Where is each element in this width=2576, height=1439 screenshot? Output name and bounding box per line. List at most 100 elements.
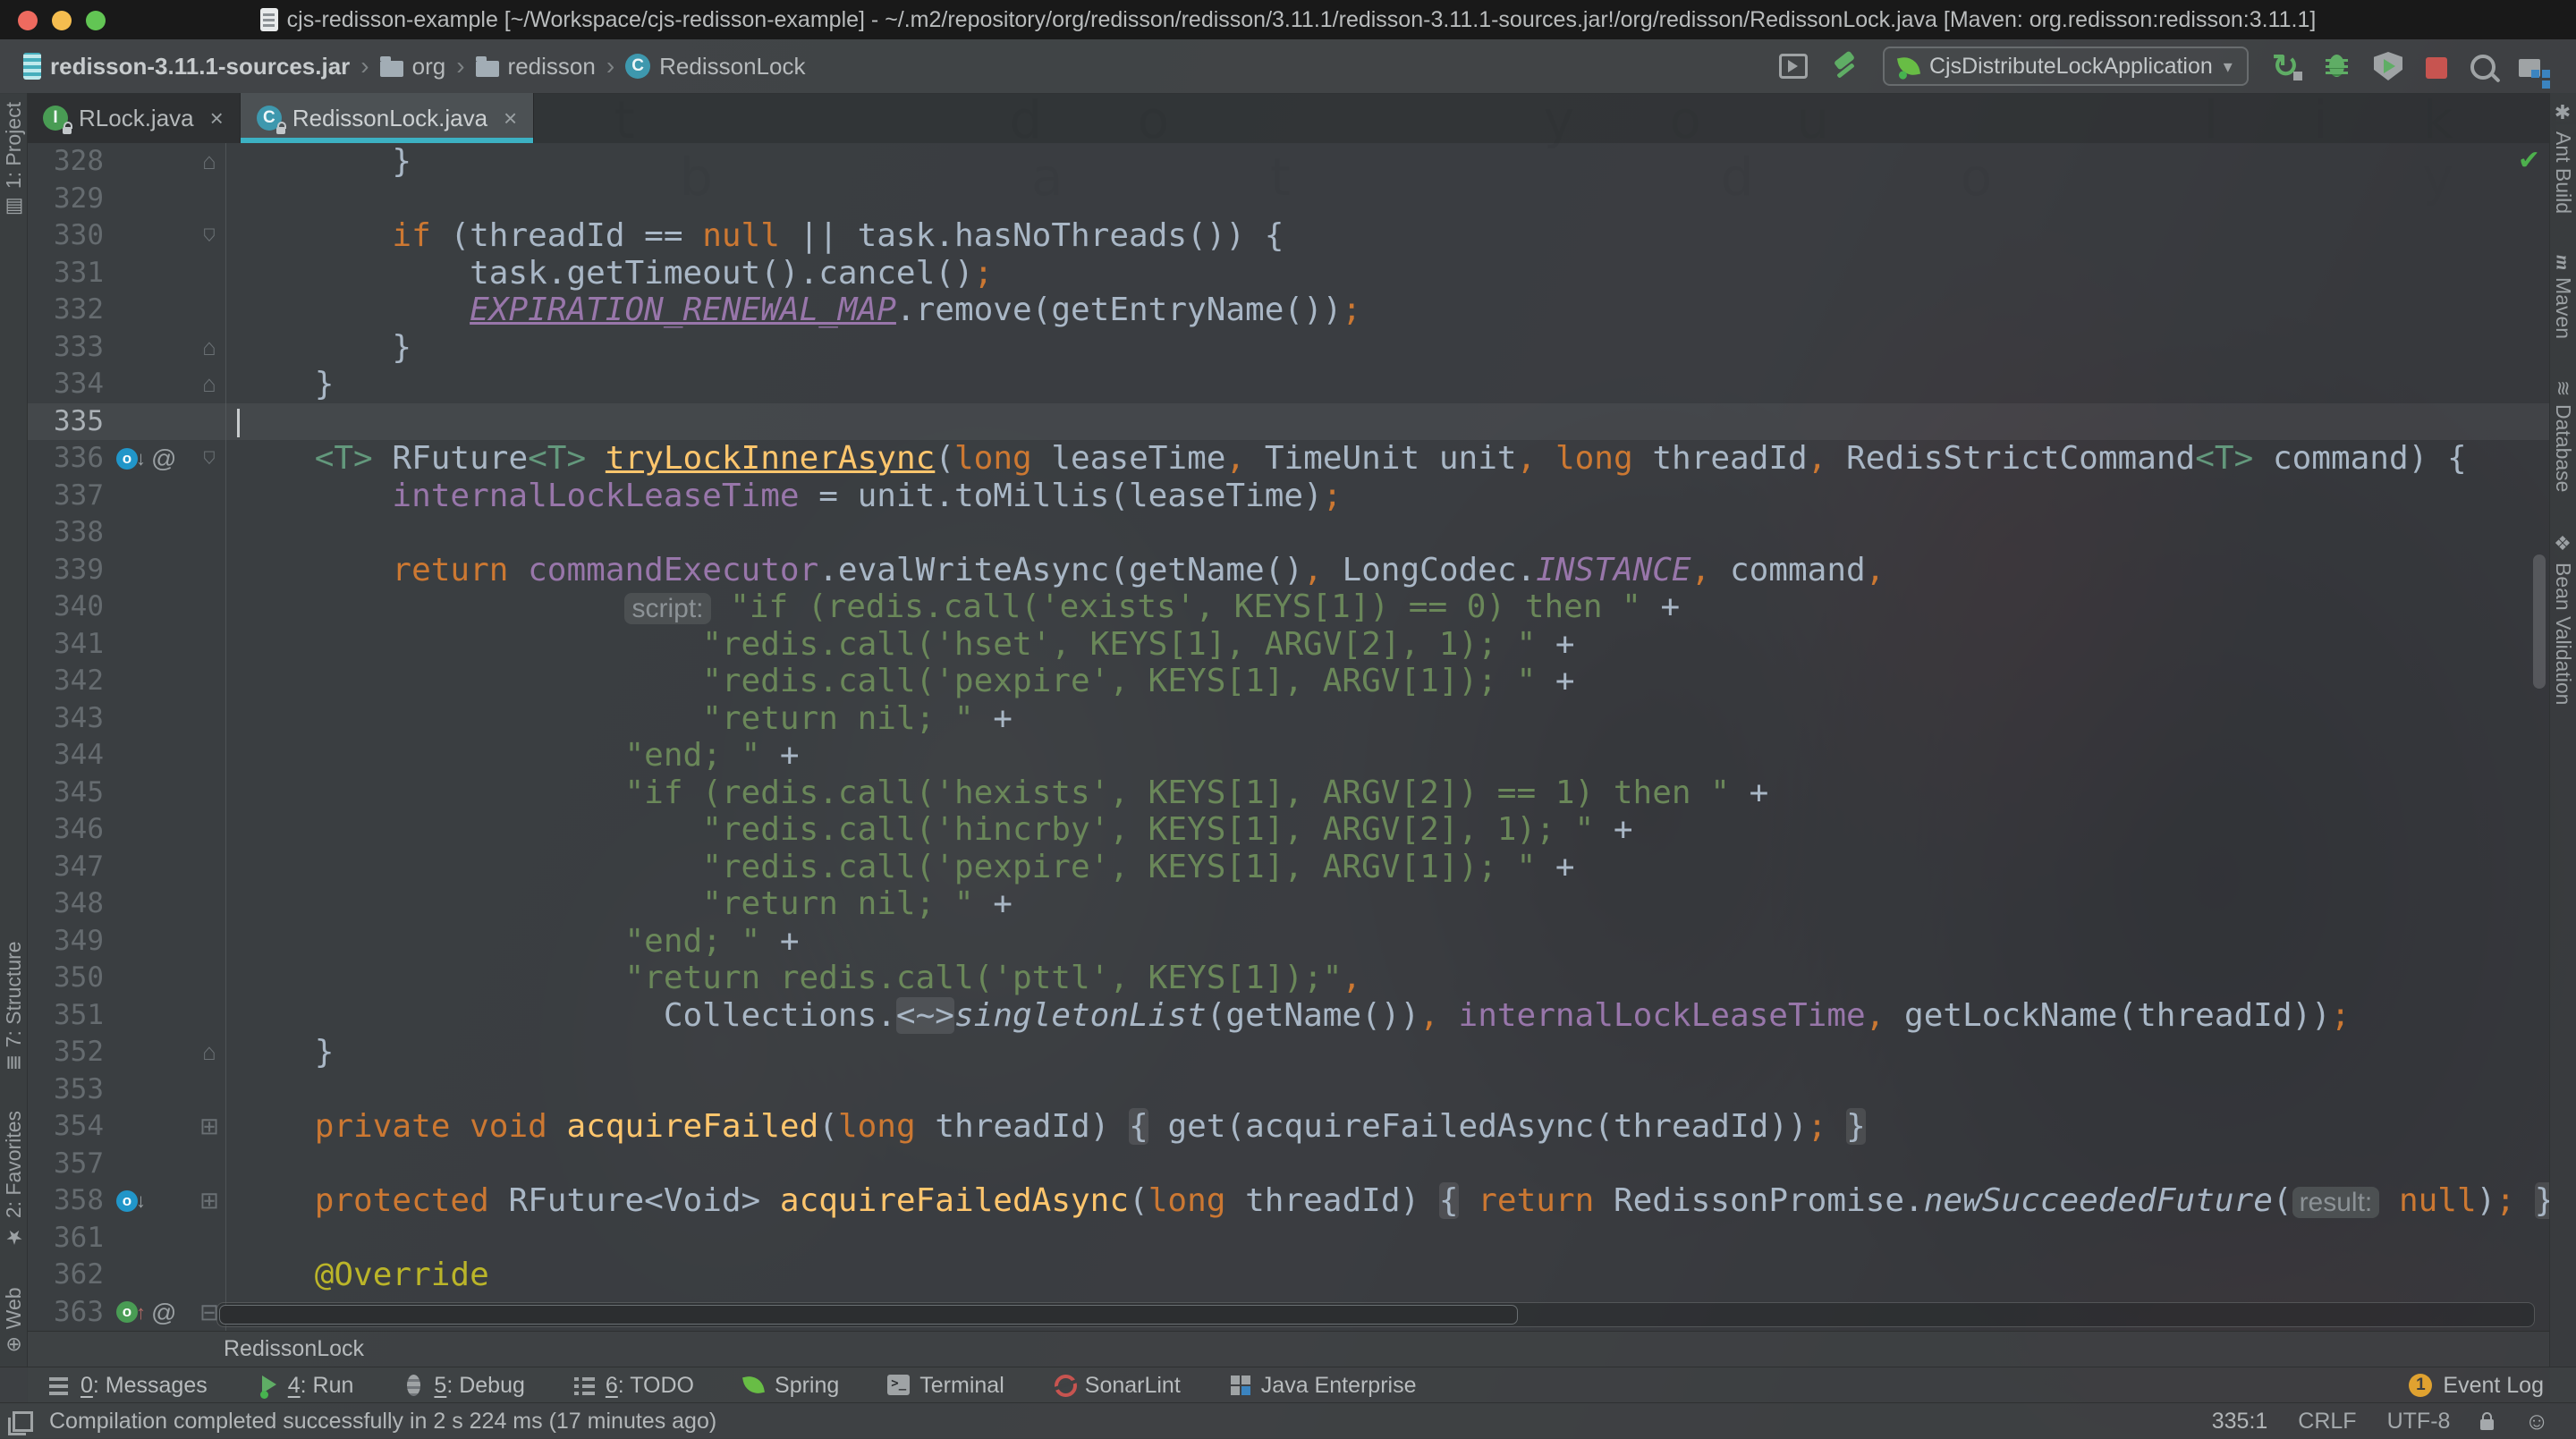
- toolwindow-sonarlint[interactable]: SonarLint: [1051, 1372, 1181, 1399]
- build-project-icon[interactable]: [1831, 52, 1860, 80]
- code-line-352[interactable]: 352 ⌂ }: [27, 1034, 2549, 1071]
- event-log-button[interactable]: 1 Event Log: [2409, 1373, 2544, 1399]
- code-line-362[interactable]: 362 @Override: [27, 1257, 2549, 1294]
- code-line-350[interactable]: 350 "return redis.call('pttl', KEYS[1]);…: [27, 960, 2549, 997]
- run-button[interactable]: ↻: [2272, 50, 2303, 82]
- code-line-339[interactable]: 339 return commandExecutor.evalWriteAsyn…: [27, 551, 2549, 588]
- fold-marker-down[interactable]: ⌂: [202, 217, 216, 255]
- line-number: 351: [54, 998, 104, 1031]
- code-editor[interactable]: 328 ⌂ } 329 330 ⌂ if (threadId == null || ta…: [27, 143, 2549, 1331]
- code-line-351[interactable]: 351 Collections.<~>singletonList(getName…: [27, 996, 2549, 1034]
- toolwindow-run[interactable]: 4: Run: [254, 1372, 353, 1399]
- sidebar-item-ant-build[interactable]: ✱ Ant Build: [2551, 102, 2575, 214]
- implements-gutter-icon[interactable]: o ↑: [116, 1294, 146, 1332]
- spring-boot-icon: [1896, 54, 1921, 79]
- file-encoding[interactable]: UTF-8: [2387, 1409, 2451, 1435]
- sidebar-item-bean-validation[interactable]: ❖ Bean Validation: [2551, 533, 2575, 705]
- code-line-338[interactable]: 338: [27, 514, 2549, 552]
- sidebar-item-structure[interactable]: ≣ 7: Structure: [2, 941, 26, 1071]
- toolwindow-todo[interactable]: 6: TODO: [572, 1372, 694, 1399]
- code-line-343[interactable]: 343 "return nil; " +: [27, 699, 2549, 737]
- tab-redissonlock-java[interactable]: C RedissonLock.java ×: [240, 93, 535, 143]
- code-line-335[interactable]: 335: [27, 402, 2549, 440]
- code-line-330[interactable]: 330 ⌂ if (threadId == null || task.hasNoT…: [27, 217, 2549, 255]
- code-line-357[interactable]: 357: [27, 1145, 2549, 1182]
- code-line-333[interactable]: 333 ⌂ }: [27, 328, 2549, 367]
- debug-button[interactable]: [2322, 52, 2351, 80]
- code-line-358[interactable]: 358 o ↓ ⊞ protected RFuture<Void> acquireFa…: [27, 1182, 2549, 1220]
- line-separator[interactable]: CRLF: [2298, 1409, 2356, 1435]
- sidebar-item-database[interactable]: ≋ Database: [2551, 380, 2575, 492]
- code-line-342[interactable]: 342 "redis.call('pexpire', KEYS[1], ARGV…: [27, 663, 2549, 700]
- fold-marker-up[interactable]: ⌂: [202, 366, 216, 403]
- read-only-lock-icon[interactable]: [2480, 1412, 2495, 1430]
- code-line-328[interactable]: 328 ⌂ }: [27, 143, 2549, 181]
- line-number: 362: [54, 1258, 104, 1291]
- sidebar-item-maven[interactable]: m Maven: [2551, 255, 2575, 339]
- toolwindow-spring[interactable]: Spring: [741, 1372, 839, 1399]
- code-line-361[interactable]: 361: [27, 1219, 2549, 1257]
- star-icon: ★: [2, 1224, 24, 1248]
- fold-marker-up[interactable]: ⌂: [202, 329, 216, 367]
- code-line-341[interactable]: 341 "redis.call('hset', KEYS[1], ARGV[2]…: [27, 625, 2549, 663]
- code-line-332[interactable]: 332 EXPIRATION_RENEWAL_MAP.remove(getEnt…: [27, 292, 2549, 329]
- editor-breadcrumb-bar: RedissonLock: [27, 1331, 2549, 1367]
- toolwindow-terminal[interactable]: Terminal: [886, 1372, 1004, 1399]
- fold-marker-plus[interactable]: ⊞: [199, 1182, 219, 1220]
- line-number: 349: [54, 924, 104, 957]
- toggle-toolwindows-icon[interactable]: [8, 1410, 33, 1435]
- code-line-349[interactable]: 349 "end; " +: [27, 922, 2549, 960]
- stop-button[interactable]: [2426, 57, 2447, 79]
- sidebar-item-favorites[interactable]: ★ 2: Favorites: [2, 1111, 26, 1248]
- close-window-button[interactable]: [18, 11, 38, 30]
- code-line-347[interactable]: 347 "redis.call('pexpire', KEYS[1], ARGV…: [27, 848, 2549, 885]
- code-line-331[interactable]: 331 task.getTimeout().cancel();: [27, 254, 2549, 292]
- horizontal-scrollbar-thumb[interactable]: [219, 1305, 1518, 1325]
- run-anything-icon[interactable]: [1778, 54, 1808, 79]
- toolwindow-messages[interactable]: 0: Messages: [47, 1372, 208, 1399]
- tab-rlock-java[interactable]: I RLock.java ×: [27, 93, 241, 143]
- code-line-354[interactable]: 354 ⊞ private void acquireFailed(long thr…: [27, 1108, 2549, 1146]
- override-gutter-icon[interactable]: o ↓: [116, 1182, 146, 1220]
- inspections-ok-icon[interactable]: ✔: [2518, 145, 2540, 176]
- fold-marker-down[interactable]: ⌂: [202, 440, 216, 478]
- fold-marker-up[interactable]: ⌂: [202, 1034, 216, 1071]
- breadcrumb-class[interactable]: RedissonLock: [224, 1336, 364, 1362]
- run-configuration-select[interactable]: CjsDistributeLockApplication ▾: [1882, 47, 2249, 86]
- annotation-gutter-icon[interactable]: @: [151, 440, 176, 478]
- override-gutter-icon[interactable]: o ↓: [116, 440, 146, 478]
- code-line-337[interactable]: 337 internalLockLeaseTime = unit.toMilli…: [27, 477, 2549, 514]
- vertical-scrollbar[interactable]: [2533, 554, 2546, 689]
- search-everywhere-icon[interactable]: [2470, 55, 2496, 80]
- fold-marker-up[interactable]: ⌂: [202, 143, 216, 181]
- breadcrumb-item-jar[interactable]: redisson-3.11.1-sources.jar: [23, 53, 350, 80]
- code-line-344[interactable]: 344 "end; " +: [27, 737, 2549, 775]
- annotation-gutter-icon[interactable]: @: [151, 1294, 176, 1332]
- inspections-profile-icon[interactable]: ☺: [2524, 1408, 2549, 1435]
- breadcrumb-item-org[interactable]: org: [379, 53, 445, 80]
- caret-position[interactable]: 335:1: [2212, 1409, 2268, 1435]
- code-line-353[interactable]: 353: [27, 1071, 2549, 1108]
- toolwindow-java-enterprise[interactable]: Java Enterprise: [1227, 1372, 1417, 1399]
- minimize-window-button[interactable]: [52, 11, 72, 30]
- fold-marker-plus[interactable]: ⊞: [199, 1108, 219, 1146]
- code-line-336[interactable]: 336 o ↓ @ ⌂ <T> RFuture<T> tryLockInnerAsync…: [27, 440, 2549, 478]
- toolwindow-debug[interactable]: 5: Debug: [400, 1372, 525, 1399]
- code-line-329[interactable]: 329: [27, 180, 2549, 217]
- horizontal-scrollbar-track[interactable]: [216, 1302, 2535, 1327]
- sidebar-item-project[interactable]: ▤ 1: Project: [2, 102, 26, 218]
- breadcrumb: redisson-3.11.1-sources.jar › org › redi…: [23, 52, 805, 80]
- code-line-340[interactable]: 340 script: "if (redis.call('exists', KE…: [27, 588, 2549, 626]
- breadcrumb-item-class[interactable]: C RedissonLock: [625, 53, 805, 80]
- breadcrumb-item-redisson[interactable]: redisson: [475, 53, 596, 80]
- close-icon[interactable]: ×: [210, 105, 224, 132]
- run-with-coverage-button[interactable]: [2374, 52, 2402, 80]
- code-line-348[interactable]: 348 "return nil; " +: [27, 885, 2549, 923]
- maximize-window-button[interactable]: [86, 11, 106, 30]
- sidebar-item-web[interactable]: ⊕ Web: [2, 1287, 26, 1352]
- code-line-334[interactable]: 334 ⌂ }: [27, 366, 2549, 403]
- project-structure-icon[interactable]: [2519, 59, 2540, 78]
- code-line-346[interactable]: 346 "redis.call('hincrby', KEYS[1], ARGV…: [27, 811, 2549, 849]
- code-line-345[interactable]: 345 "if (redis.call('hexists', KEYS[1], …: [27, 774, 2549, 811]
- close-icon[interactable]: ×: [504, 105, 517, 132]
